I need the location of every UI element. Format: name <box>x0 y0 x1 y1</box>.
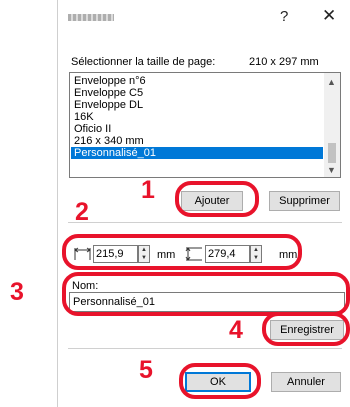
list-item[interactable]: Enveloppe DL <box>71 99 323 111</box>
step-number-2: 2 <box>75 198 89 226</box>
list-item[interactable]: Enveloppe n°6 <box>71 75 323 87</box>
spin-up-icon[interactable]: ▲ <box>141 247 147 253</box>
step-number-3: 3 <box>10 278 24 306</box>
width-unit: mm <box>157 249 176 261</box>
list-item[interactable]: 16K <box>71 111 323 123</box>
ok-button[interactable]: OK <box>185 372 251 392</box>
help-button[interactable]: ? <box>280 8 288 25</box>
scroll-down-icon[interactable]: ▼ <box>327 165 336 175</box>
name-label: Nom: <box>72 280 99 292</box>
separator <box>68 348 342 349</box>
dialog-title-blurred <box>68 14 114 21</box>
save-button[interactable]: Enregistrer <box>270 320 344 340</box>
title-bar: ? ✕ <box>58 0 350 36</box>
page-size-dialog: ? ✕ Sélectionner la taille de page: 210 … <box>57 0 350 407</box>
page-size-label: Sélectionner la taille de page: <box>71 56 216 68</box>
list-scrollbar[interactable]: ▲ ▼ <box>324 73 340 177</box>
list-item[interactable]: Oficio II <box>71 123 323 135</box>
scroll-thumb[interactable] <box>328 143 336 163</box>
spin-up-icon[interactable]: ▲ <box>253 247 259 253</box>
page-size-list[interactable]: Enveloppe n°6 Enveloppe C5 Enveloppe DL … <box>69 72 341 178</box>
separator <box>68 222 342 223</box>
spin-down-icon[interactable]: ▼ <box>141 255 147 261</box>
list-item[interactable]: Enveloppe C5 <box>71 87 323 99</box>
width-spinner[interactable]: ▲ ▼ <box>138 245 150 263</box>
width-input[interactable]: 215,9 <box>93 245 138 263</box>
scroll-up-icon[interactable]: ▲ <box>327 77 336 87</box>
step-number-4: 4 <box>229 316 243 344</box>
height-dimension-icon <box>185 247 202 261</box>
spin-down-icon[interactable]: ▼ <box>253 255 259 261</box>
name-input[interactable]: Personnalisé_01 <box>69 292 345 312</box>
close-button[interactable]: ✕ <box>322 6 336 26</box>
list-item-selected[interactable]: Personnalisé_01 <box>71 147 323 159</box>
height-spinner[interactable]: ▲ ▼ <box>250 245 262 263</box>
width-dimension-icon <box>74 247 91 260</box>
delete-button[interactable]: Supprimer <box>269 191 340 211</box>
page-size-value: 210 x 297 mm <box>249 56 319 68</box>
add-button[interactable]: Ajouter <box>181 191 243 211</box>
step-number-1: 1 <box>141 176 155 204</box>
height-input[interactable]: 279,4 <box>205 245 250 263</box>
height-unit: mm <box>279 249 298 261</box>
cancel-button[interactable]: Annuler <box>271 372 341 392</box>
list-item[interactable]: 216 x 340 mm <box>71 135 323 147</box>
step-number-5: 5 <box>139 356 153 384</box>
